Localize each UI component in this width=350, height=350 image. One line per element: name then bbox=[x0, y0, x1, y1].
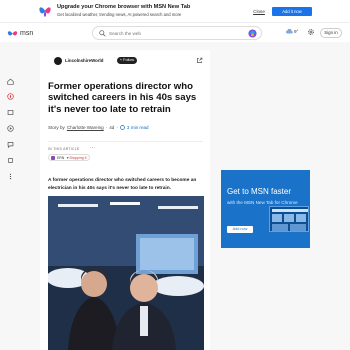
add-it-now-button[interactable]: Add it now bbox=[272, 7, 312, 16]
copilot-icon[interactable] bbox=[248, 29, 257, 38]
ad-add-now-button[interactable]: Add now bbox=[227, 226, 253, 233]
in-this-article-label: IN THIS ARTICLE bbox=[48, 147, 80, 151]
publisher-logo[interactable] bbox=[54, 57, 62, 65]
byline-separator: · bbox=[105, 125, 108, 130]
chat-icon bbox=[7, 141, 13, 148]
search-input[interactable] bbox=[109, 29, 239, 38]
rail-more[interactable] bbox=[5, 171, 15, 181]
top-header: msn 9° Sign in bbox=[0, 22, 350, 42]
rail-discover[interactable] bbox=[5, 91, 15, 101]
share-icon[interactable] bbox=[196, 57, 203, 64]
divider bbox=[48, 141, 203, 142]
publisher-bar: LincolnshireWorld + Follow bbox=[48, 54, 203, 68]
ad-title: Get to MSN faster bbox=[227, 187, 292, 196]
search-box[interactable] bbox=[92, 26, 262, 40]
weather-temperature: 9° bbox=[294, 29, 299, 34]
rail-news[interactable] bbox=[5, 107, 15, 117]
byline: Story by Charlotte Wareing · 4d · 3 min … bbox=[48, 125, 149, 130]
article-lede: A former operations director who switche… bbox=[48, 178, 197, 191]
publisher-name[interactable]: LincolnshireWorld bbox=[65, 58, 103, 63]
author-link[interactable]: Charlotte Wareing bbox=[67, 125, 104, 130]
ticker-change: ▼Shopping 5 bbox=[66, 156, 87, 160]
ad-screenshot-image bbox=[269, 206, 309, 232]
ticker-logo-icon bbox=[51, 156, 55, 160]
play-icon bbox=[6, 124, 14, 132]
rail-chat[interactable] bbox=[5, 139, 15, 149]
article-headline: Former operations director who switched … bbox=[48, 81, 197, 115]
more-options-icon[interactable]: ··· bbox=[90, 145, 95, 151]
event-photo-illustration bbox=[48, 196, 204, 350]
ticker-symbol: ERN bbox=[57, 156, 65, 160]
byline-separator: · bbox=[116, 125, 118, 130]
msn-chrome-ad[interactable]: Get to MSN faster with the MSN New Tab f… bbox=[221, 170, 310, 248]
msn-logo[interactable]: msn bbox=[7, 28, 33, 38]
sign-in-button[interactable]: Sign in bbox=[320, 28, 342, 38]
news-icon bbox=[7, 109, 13, 115]
article-age: 4d bbox=[109, 125, 115, 130]
msn-butterfly-logo-icon bbox=[7, 30, 18, 35]
article-photo[interactable] bbox=[48, 196, 204, 350]
follow-button[interactable]: + Follow bbox=[117, 57, 137, 64]
rail-home[interactable] bbox=[5, 76, 15, 86]
close-button[interactable]: Close bbox=[248, 7, 270, 16]
more-vertical-icon bbox=[9, 173, 11, 179]
msn-logo-text: msn bbox=[20, 29, 34, 37]
search-icon bbox=[99, 30, 106, 37]
byline-prefix: Story by bbox=[48, 125, 65, 130]
read-time-icon bbox=[120, 125, 125, 130]
rail-watch[interactable] bbox=[5, 123, 15, 133]
home-icon bbox=[6, 78, 14, 85]
puzzle-icon bbox=[7, 157, 13, 163]
read-time: 3 min read bbox=[126, 125, 149, 130]
discover-icon bbox=[6, 92, 14, 100]
ad-subtitle: with the MSN New Tab for Chrome bbox=[227, 200, 298, 205]
gear-icon[interactable] bbox=[307, 28, 315, 36]
promo-subtitle: Get localized weather, trending news, AI… bbox=[57, 12, 182, 17]
cloud-icon bbox=[286, 29, 293, 34]
msn-butterfly-icon bbox=[39, 7, 51, 17]
ticker-chip[interactable]: ERN ▼Shopping 5 bbox=[48, 154, 90, 161]
upgrade-banner: Upgrade your Chrome browser with MSN New… bbox=[0, 0, 350, 22]
promo-title: Upgrade your Chrome browser with MSN New… bbox=[57, 4, 191, 10]
rail-games[interactable] bbox=[5, 155, 15, 165]
weather-widget[interactable]: 9° bbox=[286, 29, 298, 34]
